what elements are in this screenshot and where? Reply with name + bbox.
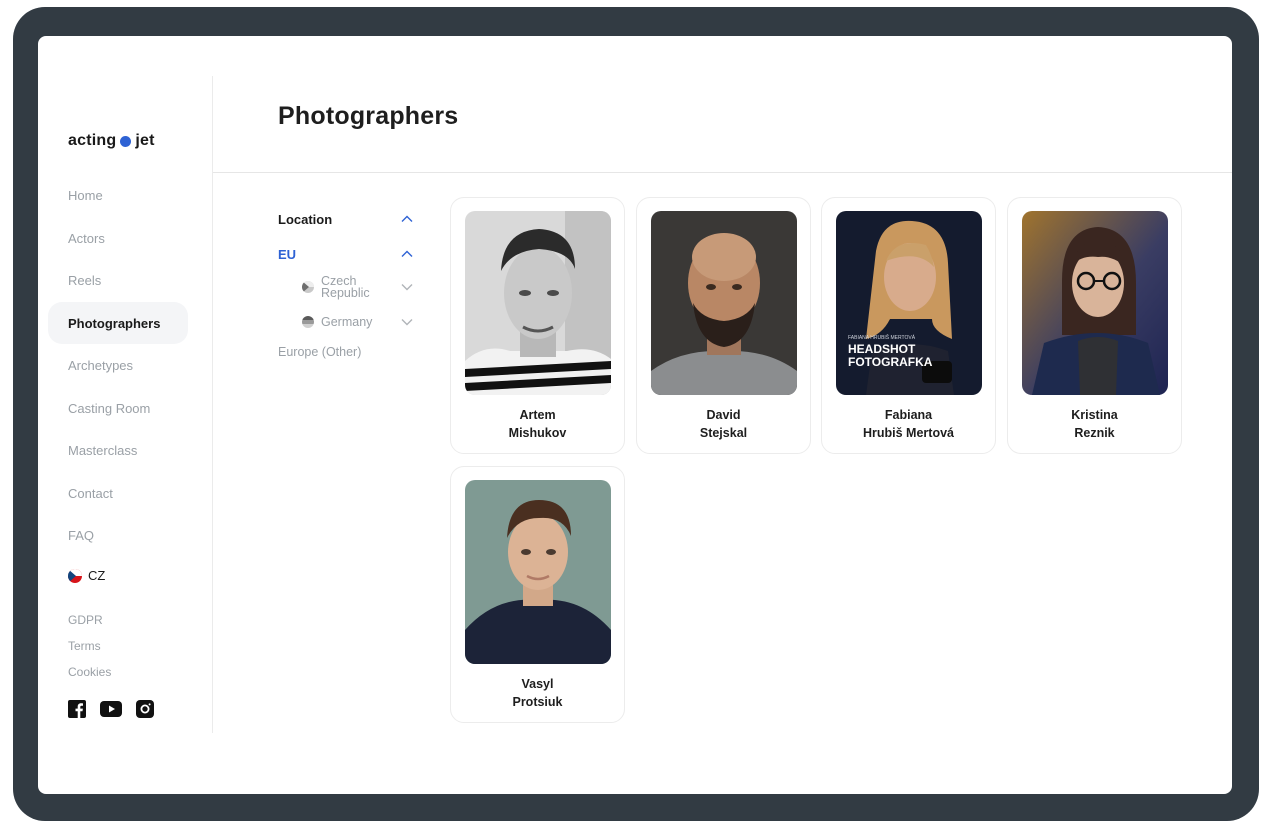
photographer-card[interactable]: Vasyl Protsiuk [450,466,625,723]
location-filter: Location EU Czech Republic Germany Europ… [278,206,413,363]
logo-dot-icon [120,135,132,147]
header-divider [213,172,1232,173]
photographer-name: Vasyl Protsiuk [512,677,563,709]
nav-item-casting-room[interactable]: Casting Room [48,387,188,430]
sidebar: acting jet Home Actors Reels Photographe… [38,36,212,794]
photographer-card[interactable]: FABIANA HRUBIŠ MERTOVÁ HEADSHOT FOTOGRAF… [821,197,996,454]
app-screen: acting jet Home Actors Reels Photographe… [38,36,1232,794]
photographer-name: Fabiana Hrubiš Mertová [863,408,954,440]
logo[interactable]: acting jet [68,132,155,150]
svg-text:FABIANA HRUBIŠ MERTOVÁ: FABIANA HRUBIŠ MERTOVÁ [848,334,916,341]
nav-item-reels[interactable]: Reels [48,259,188,302]
country-name: Czech Republic [321,274,370,300]
photographer-photo [651,211,797,395]
photographer-photo: FABIANA HRUBIŠ MERTOVÁ HEADSHOT FOTOGRAF… [836,211,982,395]
nav-item-faq[interactable]: FAQ [48,514,188,557]
filter-eu-label: EU [278,246,297,262]
svg-text:HEADSHOT: HEADSHOT [848,342,916,356]
logo-text-right: jet [135,132,155,149]
terms-link[interactable]: Terms [68,633,111,659]
legal-links: GDPR Terms Cookies [68,607,111,685]
photographer-name: David Stejskal [699,408,748,440]
language-code: CZ [88,568,106,583]
filter-europe-other[interactable]: Europe (Other) [278,341,413,363]
instagram-icon[interactable] [136,700,154,723]
nav-item-home[interactable]: Home [48,174,188,217]
nav-item-contact[interactable]: Contact [48,472,188,515]
photographer-name: Kristina Reznik [1071,408,1118,440]
main-nav: Home Actors Reels Photographers Archetyp… [48,174,188,557]
filter-country-germany[interactable]: Germany [302,309,413,335]
photographer-name: Artem Mishukov [508,408,567,440]
nav-item-actors[interactable]: Actors [48,217,188,260]
photographer-photo [465,211,611,395]
nav-item-masterclass[interactable]: Masterclass [48,429,188,472]
german-flag-icon [302,316,314,328]
chevron-up-icon [401,215,413,222]
photographer-card[interactable]: David Stejskal [636,197,811,454]
chevron-up-icon [401,250,413,257]
photographer-card[interactable]: Artem Mishukov [450,197,625,454]
photographer-photo [465,480,611,664]
youtube-icon[interactable] [100,701,122,722]
filter-location-toggle[interactable]: Location [278,206,413,232]
gdpr-link[interactable]: GDPR [68,607,111,633]
filter-location-label: Location [278,211,333,227]
nav-item-photographers[interactable]: Photographers [48,301,188,344]
sidebar-divider [212,76,213,733]
nav-item-archetypes[interactable]: Archetypes [48,344,188,387]
filter-eu-toggle[interactable]: EU [278,241,413,267]
facebook-icon[interactable] [68,700,86,723]
photographer-card[interactable]: Kristina Reznik [1007,197,1182,454]
page-title: Photographers [278,102,459,130]
filter-country-czech-republic[interactable]: Czech Republic [302,271,413,303]
country-name: Germany [321,315,373,329]
czech-flag-icon [68,568,82,583]
svg-text:FOTOGRAFKA: FOTOGRAFKA [848,355,933,369]
logo-text-left: acting [68,132,117,149]
language-switcher[interactable]: CZ [68,568,105,583]
social-links [68,700,168,723]
photographer-photo [1022,211,1168,395]
chevron-down-icon [401,284,413,291]
chevron-down-icon [401,319,413,326]
czech-flag-icon [302,281,314,293]
cookies-link[interactable]: Cookies [68,659,111,685]
